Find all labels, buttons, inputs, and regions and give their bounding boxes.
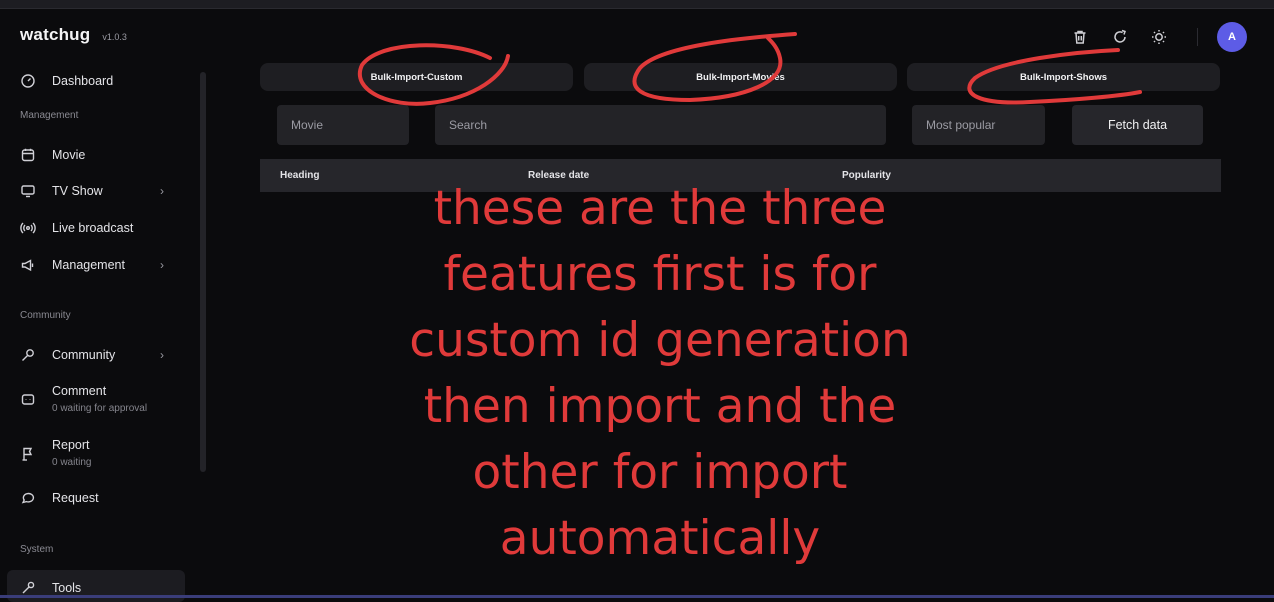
monitor-icon — [20, 183, 36, 199]
gauge-icon — [20, 73, 36, 89]
annotation-line: features first is for — [443, 247, 877, 302]
chevron-right-icon: › — [160, 258, 164, 272]
sidebar-item-report[interactable]: Report 0 waiting — [20, 437, 91, 470]
tab-bulk-import-movies[interactable]: Bulk-Import-Movies — [584, 63, 897, 91]
window-top-bar — [0, 0, 1274, 9]
sidebar-item-label: Community — [52, 348, 116, 362]
sidebar-item-label: Request — [52, 491, 99, 505]
fetch-data-button[interactable]: Fetch data — [1072, 105, 1203, 145]
tools-icon — [20, 580, 36, 596]
sidebar-item-comment[interactable]: Comment 0 waiting for approval — [20, 383, 147, 416]
sidebar-item-label: Dashboard — [52, 74, 114, 88]
chevron-right-icon: › — [160, 348, 164, 362]
sidebar: watchug v1.0.3 Dashboard Management Movi… — [0, 10, 210, 602]
brand: watchug v1.0.3 — [20, 25, 127, 45]
sidebar-item-management[interactable]: Management › — [20, 257, 164, 273]
type-select[interactable]: Movie — [277, 105, 409, 145]
sidebar-item-label: TV Show — [52, 184, 103, 198]
annotation-line: custom id generation — [409, 313, 911, 368]
comment-status: 0 waiting for approval — [52, 403, 148, 414]
sort-select[interactable]: Most popular — [912, 105, 1045, 145]
sidebar-item-request[interactable]: Request — [20, 490, 99, 506]
brand-logo[interactable]: watchug — [20, 25, 90, 45]
column-heading[interactable]: Heading — [280, 170, 319, 181]
sidebar-item-movie[interactable]: Movie — [20, 147, 85, 163]
calendar-icon — [20, 147, 36, 163]
annotation-text: these are the three features first is fo… — [355, 176, 965, 572]
tab-bulk-import-custom[interactable]: Bulk-Import-Custom — [260, 63, 573, 91]
version-label: v1.0.3 — [102, 32, 127, 42]
chevron-right-icon: › — [160, 184, 164, 198]
comment-icon — [20, 392, 36, 408]
sidebar-item-label: Movie — [52, 148, 86, 162]
sun-icon[interactable] — [1150, 28, 1168, 46]
refresh-icon[interactable] — [1111, 28, 1129, 46]
annotation-line: these are the three — [433, 181, 887, 236]
annotation-line: then import and the — [423, 379, 897, 434]
sidebar-item-label: Live broadcast — [52, 221, 134, 235]
section-community: Community — [20, 310, 71, 321]
sidebar-item-label: Tools — [52, 581, 82, 595]
app-window: watchug v1.0.3 Dashboard Management Movi… — [0, 10, 1274, 602]
broadcast-icon — [20, 220, 36, 236]
megaphone-icon — [20, 257, 36, 273]
flag-icon — [20, 446, 36, 462]
avatar[interactable]: A — [1217, 22, 1247, 52]
search-input[interactable]: Search — [435, 105, 886, 145]
tab-bulk-import-shows[interactable]: Bulk-Import-Shows — [907, 63, 1220, 91]
sidebar-scrollbar[interactable] — [200, 72, 206, 472]
sidebar-item-tv-show[interactable]: TV Show › — [20, 183, 164, 199]
annotation-line: automatically — [499, 511, 821, 566]
header-divider — [1197, 28, 1198, 46]
section-system: System — [20, 544, 54, 555]
section-management: Management — [20, 110, 79, 121]
sidebar-item-dashboard[interactable]: Dashboard — [20, 73, 113, 89]
report-status: 0 waiting — [52, 457, 92, 468]
sidebar-item-community[interactable]: Community › — [20, 347, 164, 363]
sidebar-item-live-broadcast[interactable]: Live broadcast — [20, 220, 133, 236]
mic-icon — [20, 347, 36, 363]
chat-bubble-icon — [20, 490, 36, 506]
trash-icon[interactable] — [1071, 28, 1089, 46]
sidebar-item-label: Report — [52, 438, 90, 452]
sidebar-item-label: Management — [52, 258, 125, 272]
sidebar-item-label: Comment — [52, 384, 107, 398]
sidebar-item-tools[interactable]: Tools — [20, 580, 81, 596]
annotation-line: other for import — [472, 445, 848, 500]
